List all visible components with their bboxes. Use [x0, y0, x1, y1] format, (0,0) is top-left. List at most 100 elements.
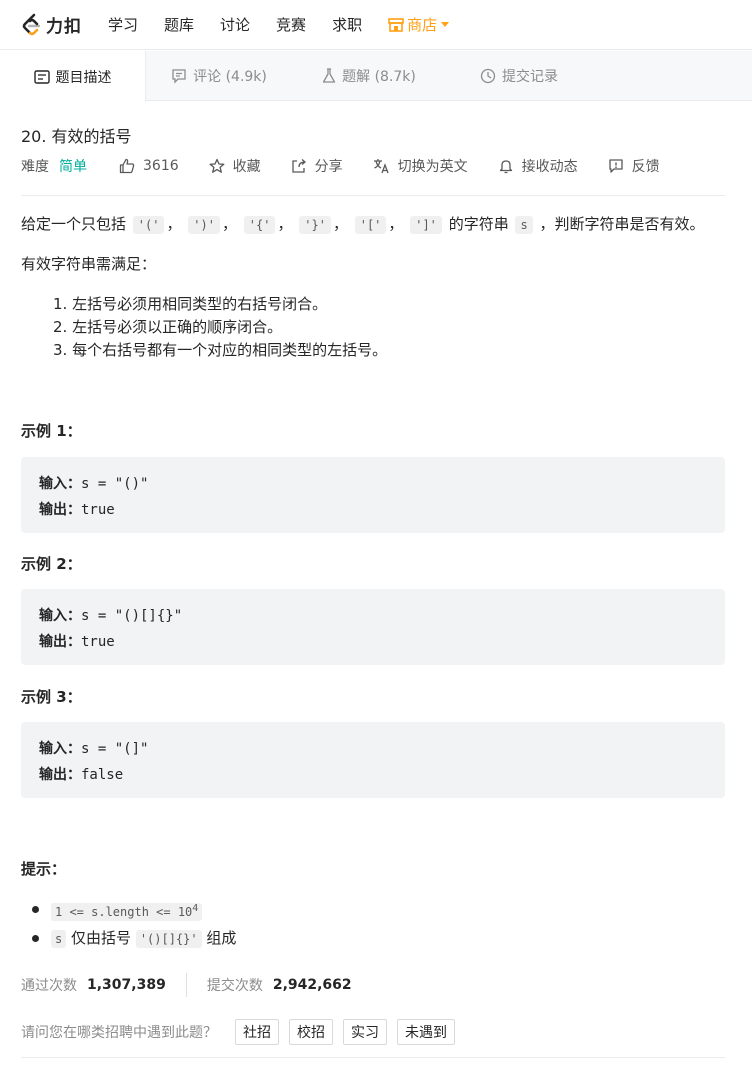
intro-prefix: 给定一个只包括: [21, 215, 127, 233]
char-code: ']': [410, 216, 442, 234]
example-3-title: 示例 3：: [21, 688, 82, 706]
clock-icon: [480, 68, 496, 84]
switch-language-button[interactable]: 切换为英文: [373, 156, 468, 176]
notify-button[interactable]: 接收动态: [498, 156, 578, 176]
tab-discussion[interactable]: 评论 (4.9k): [146, 51, 292, 101]
output-label: 输出：: [39, 634, 81, 650]
stats-divider: [185, 973, 187, 997]
feedback-button[interactable]: 反馈: [608, 156, 660, 176]
input-value: s = "()[]{}": [81, 608, 183, 624]
output-value: true: [81, 634, 115, 650]
survey-option-intern[interactable]: 实习: [343, 1019, 387, 1045]
separator: ，: [388, 215, 404, 233]
chevron-down-icon: [441, 22, 450, 27]
like-count: 3616: [143, 158, 179, 174]
separator: ，: [166, 215, 182, 233]
char-code: ')': [188, 216, 220, 234]
description-icon: [33, 69, 50, 84]
example-3-box: 输入：s = "(]" 输出：false: [21, 722, 725, 798]
hint-exponent: 4: [192, 903, 199, 914]
problem-intro: 给定一个只包括 '('， ')'， '{'， '}'， '['， ']' 的字符…: [21, 213, 705, 236]
nav-item-contest[interactable]: 竞赛: [276, 14, 306, 35]
hints-list: 1 <= s.length <= 104 s 仅由括号 '()[]{}' 组成: [31, 896, 237, 952]
bell-icon: [499, 160, 512, 174]
accepted-count: 1,307,389: [87, 977, 166, 993]
favorite-button[interactable]: 收藏: [209, 156, 261, 176]
hint-constraint-code: 1 <= s.length <= 104: [51, 903, 203, 921]
rules-list: 1. 左括号必须用相同类型的右括号闭合。 2. 左括号必须以正确的顺序闭合。 3…: [53, 293, 387, 362]
logo-text: 力扣: [46, 17, 82, 37]
hint-suffix: 组成: [206, 929, 237, 947]
store-label: 商店: [407, 16, 438, 34]
hints-title: 提示：: [21, 860, 67, 878]
difficulty-badge: 简单: [59, 159, 87, 175]
nav-item-jobs[interactable]: 求职: [332, 14, 362, 35]
tab-description-label: 题目描述: [55, 69, 112, 86]
example-2-box: 输入：s = "()[]{}" 输出：true: [21, 589, 725, 665]
output-value: false: [81, 767, 124, 783]
nav-item-learn[interactable]: 学习: [108, 14, 138, 35]
favorite-label: 收藏: [232, 159, 261, 175]
interview-survey: 请问您在哪类招聘中遇到此题？ 社招 校招 实习 未遇到: [21, 1019, 465, 1045]
input-value: s = "(]": [81, 741, 149, 757]
tab-solution-label: 题解 (8.7k): [342, 69, 416, 85]
output-label: 输出：: [39, 502, 81, 518]
feedback-label: 反馈: [631, 159, 660, 175]
example-2-title: 示例 2：: [21, 555, 82, 573]
comment-icon: [172, 68, 186, 84]
tab-submissions[interactable]: 提交记录: [446, 51, 592, 101]
star-icon: [209, 158, 225, 173]
submission-stats: 通过次数 1,307,389 提交次数 2,942,662: [21, 973, 725, 997]
tab-solution[interactable]: 题解 (8.7k): [292, 51, 446, 101]
share-label: 分享: [314, 159, 343, 175]
input-label: 输入：: [39, 741, 81, 757]
logo[interactable]: 力扣: [20, 12, 82, 37]
hint-item: s 仅由括号 '()[]{}' 组成: [31, 925, 237, 952]
notify-label: 接收动态: [521, 159, 578, 175]
survey-option-none[interactable]: 未遇到: [397, 1019, 455, 1045]
share-button[interactable]: 分享: [291, 156, 343, 176]
hint-chars-code: '()[]{}': [135, 930, 202, 948]
hint-constraint-text: 1 <= s.length <= 10: [55, 905, 193, 919]
char-code: '}': [299, 216, 331, 234]
input-label: 输入：: [39, 608, 81, 624]
separator: ，: [221, 215, 237, 233]
submitted-count: 2,942,662: [272, 977, 352, 993]
switch-language-label: 切换为英文: [397, 159, 468, 175]
separator: ，: [277, 215, 293, 233]
tab-submissions-label: 提交记录: [502, 69, 558, 85]
char-code: '[': [354, 216, 387, 234]
intro-suffix: ，判断字符串是否有效。: [539, 215, 705, 233]
intro-mid: 的字符串: [448, 215, 509, 233]
output-value: true: [81, 502, 115, 518]
survey-option-campus[interactable]: 校招: [289, 1019, 333, 1045]
nav-item-discuss[interactable]: 讨论: [220, 14, 250, 35]
bottom-divider: [21, 1057, 725, 1058]
example-1-box: 输入：s = "()" 输出：true: [21, 457, 725, 533]
difficulty-label: 难度: [21, 159, 49, 175]
tab-description[interactable]: 题目描述: [0, 51, 146, 102]
nav-item-problemset[interactable]: 题库: [164, 14, 194, 35]
hint-item: 1 <= s.length <= 104: [31, 896, 236, 925]
problem-meta: 难度 简单 3616 收藏 分享 切换为英文 接收动态 反馈: [21, 156, 725, 176]
survey-option-social[interactable]: 社招: [235, 1019, 279, 1045]
leetcode-logo-icon: [22, 13, 41, 35]
char-code: '(': [132, 216, 165, 234]
rule-item: 1. 左括号必须用相同类型的右括号闭合。: [53, 295, 328, 313]
output-label: 输出：: [39, 767, 81, 783]
thumbs-up-icon: [119, 158, 135, 174]
nav-item-store[interactable]: 商店: [388, 14, 450, 35]
feedback-icon: [608, 159, 623, 173]
translate-icon: [373, 159, 389, 174]
problem-tabs: 题目描述 评论 (4.9k) 题解 (8.7k) 提交记录: [0, 51, 752, 102]
like-button[interactable]: 3616: [119, 158, 179, 174]
rule-item: 2. 左括号必须以正确的顺序闭合。: [53, 318, 283, 336]
tab-discussion-label: 评论 (4.9k): [193, 69, 267, 85]
char-code: '{': [243, 216, 276, 234]
hint-text: 仅由括号: [71, 929, 132, 947]
valid-intro: 有效字符串需满足：: [21, 255, 157, 273]
rule-item: 3. 每个右括号都有一个对应的相同类型的左括号。: [53, 341, 388, 359]
accepted-label: 通过次数: [21, 978, 77, 994]
input-label: 输入：: [39, 476, 81, 492]
var-s-code: s: [515, 216, 533, 234]
